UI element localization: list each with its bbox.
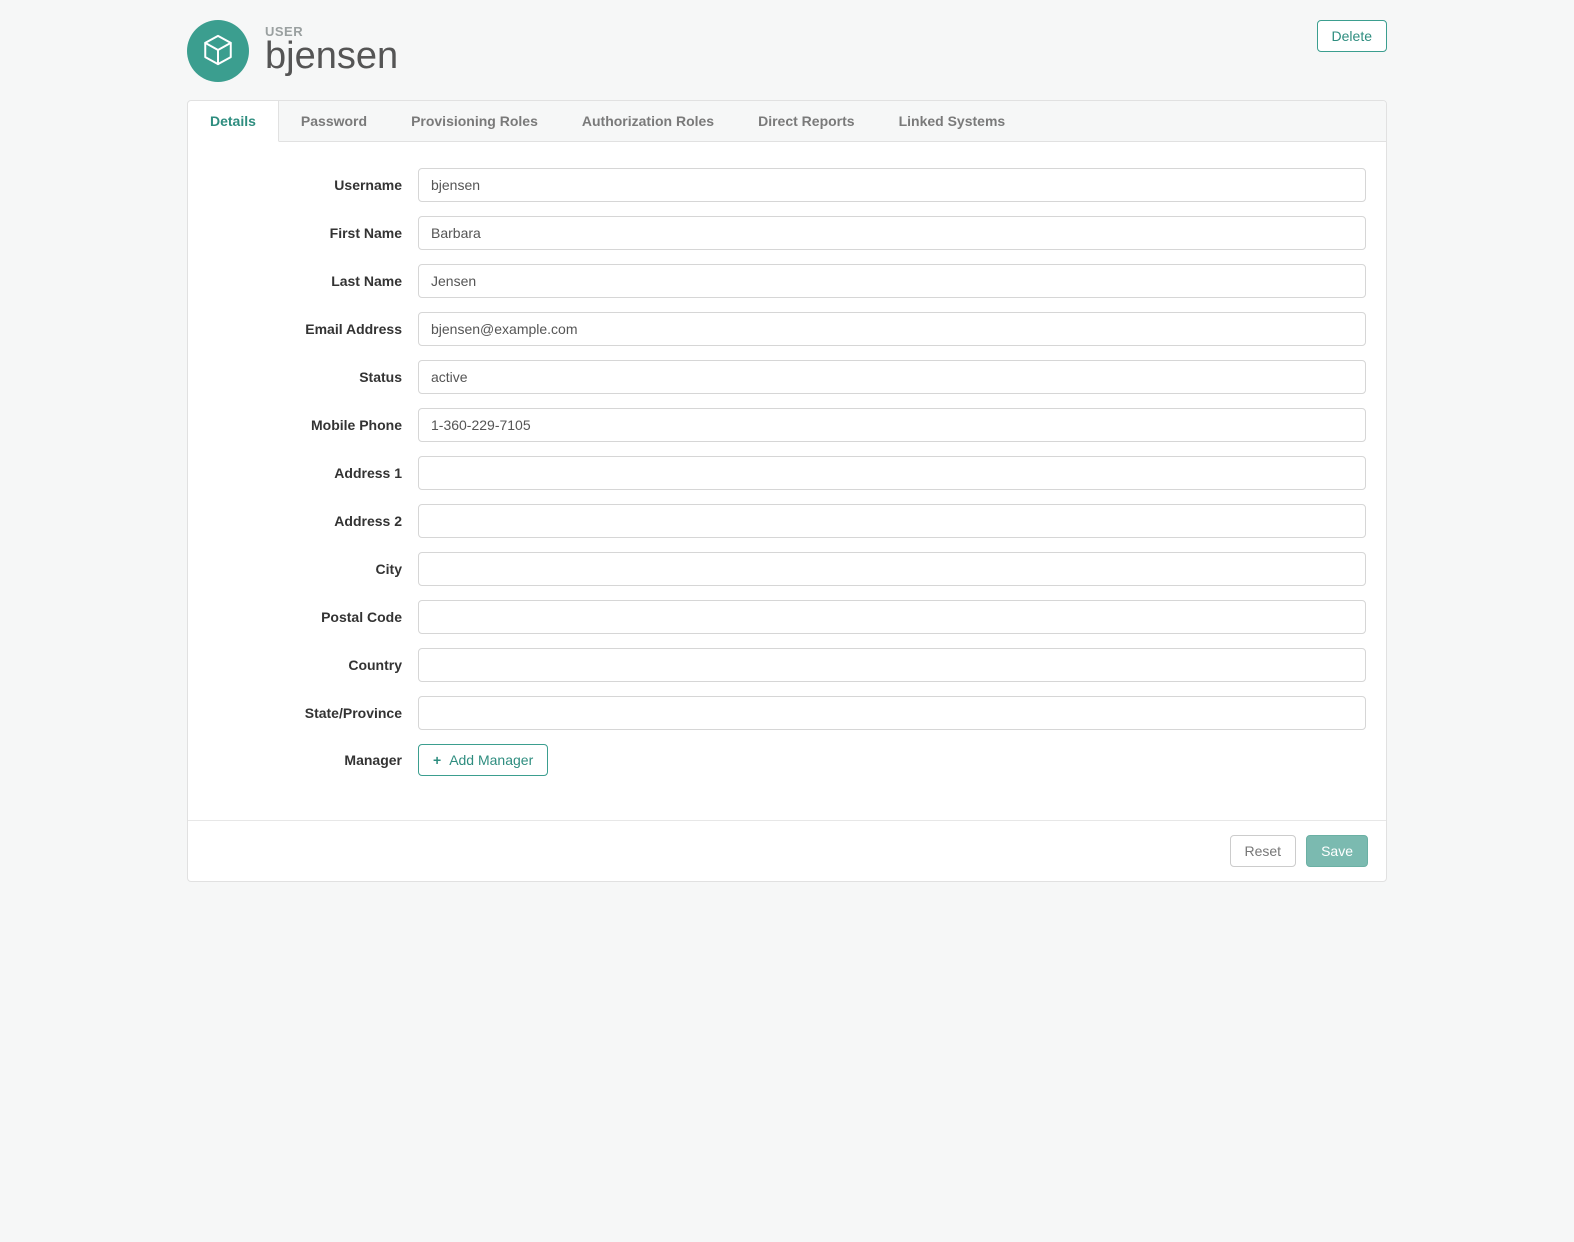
form-row: Address 2 xyxy=(208,504,1366,538)
tab-details[interactable]: Details xyxy=(188,101,279,142)
tab-direct-reports[interactable]: Direct Reports xyxy=(736,101,876,141)
form-row: Postal Code xyxy=(208,600,1366,634)
field-label: Manager xyxy=(208,752,418,768)
status-input[interactable] xyxy=(418,360,1366,394)
address-1-input[interactable] xyxy=(418,456,1366,490)
cube-icon xyxy=(201,33,235,70)
field-label: Email Address xyxy=(208,321,418,337)
mobile-phone-input[interactable] xyxy=(418,408,1366,442)
details-form: Username First Name Last Name Email Address… xyxy=(188,142,1386,820)
delete-button-label: Delete xyxy=(1332,28,1372,44)
form-row: City xyxy=(208,552,1366,586)
field-label: City xyxy=(208,561,418,577)
field-label: First Name xyxy=(208,225,418,241)
postal-code-input[interactable] xyxy=(418,600,1366,634)
delete-button[interactable]: Delete xyxy=(1317,20,1387,52)
form-row-manager: Manager + Add Manager xyxy=(208,744,1366,776)
field-label: Mobile Phone xyxy=(208,417,418,433)
field-label: Postal Code xyxy=(208,609,418,625)
field-label: Last Name xyxy=(208,273,418,289)
form-row: First Name xyxy=(208,216,1366,250)
field-label: Status xyxy=(208,369,418,385)
form-row: Address 1 xyxy=(208,456,1366,490)
field-label: Address 2 xyxy=(208,513,418,529)
form-row: Status xyxy=(208,360,1366,394)
user-avatar xyxy=(187,20,249,82)
save-button-label: Save xyxy=(1321,843,1353,859)
last-name-input[interactable] xyxy=(418,264,1366,298)
form-row: Email Address xyxy=(208,312,1366,346)
tab-label: Provisioning Roles xyxy=(411,113,538,129)
first-name-input[interactable] xyxy=(418,216,1366,250)
tab-label: Details xyxy=(210,113,256,129)
state-province-input[interactable] xyxy=(418,696,1366,730)
email-address-input[interactable] xyxy=(418,312,1366,346)
field-label: Username xyxy=(208,177,418,193)
tab-linked-systems[interactable]: Linked Systems xyxy=(877,101,1028,141)
form-row: Last Name xyxy=(208,264,1366,298)
add-manager-button[interactable]: + Add Manager xyxy=(418,744,548,776)
tab-authorization-roles[interactable]: Authorization Roles xyxy=(560,101,736,141)
reset-button[interactable]: Reset xyxy=(1230,835,1297,867)
field-label: Address 1 xyxy=(208,465,418,481)
entity-name: bjensen xyxy=(265,35,398,78)
address-2-input[interactable] xyxy=(418,504,1366,538)
tab-password[interactable]: Password xyxy=(279,101,389,141)
form-footer: Reset Save xyxy=(188,820,1386,881)
form-row: Mobile Phone xyxy=(208,408,1366,442)
add-manager-label: Add Manager xyxy=(449,752,533,768)
tab-label: Password xyxy=(301,113,367,129)
tab-label: Direct Reports xyxy=(758,113,854,129)
save-button[interactable]: Save xyxy=(1306,835,1368,867)
tab-label: Linked Systems xyxy=(899,113,1006,129)
country-input[interactable] xyxy=(418,648,1366,682)
form-row: Username xyxy=(208,168,1366,202)
tabs: Details Password Provisioning Roles Authori… xyxy=(188,101,1386,142)
tab-provisioning-roles[interactable]: Provisioning Roles xyxy=(389,101,560,141)
form-row: State/Province xyxy=(208,696,1366,730)
tab-label: Authorization Roles xyxy=(582,113,714,129)
city-input[interactable] xyxy=(418,552,1366,586)
username-input[interactable] xyxy=(418,168,1366,202)
reset-button-label: Reset xyxy=(1245,843,1282,859)
field-label: State/Province xyxy=(208,705,418,721)
form-row: Country xyxy=(208,648,1366,682)
plus-icon: + xyxy=(433,752,441,768)
field-label: Country xyxy=(208,657,418,673)
